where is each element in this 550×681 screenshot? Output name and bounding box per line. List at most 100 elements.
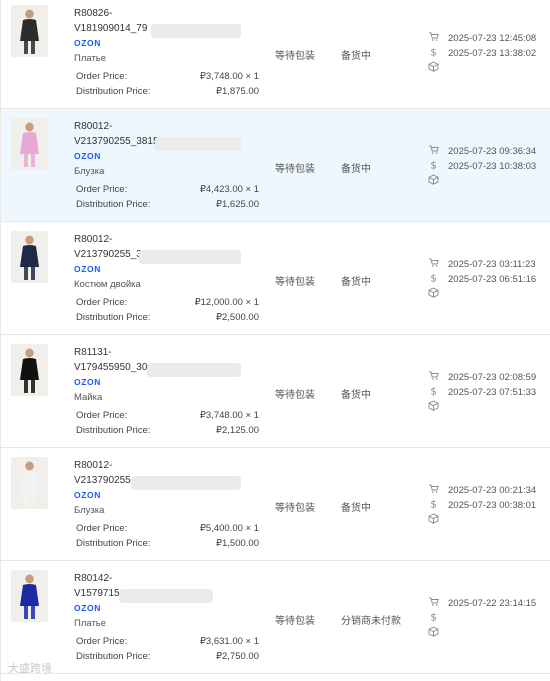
order-price-label: Order Price: (76, 410, 128, 421)
order-price: ₽3,748.00 × 1 (199, 410, 259, 421)
redacted-sku (147, 363, 241, 377)
distribution-price-label: Distribution Price: (76, 425, 151, 436)
product-thumbnail[interactable] (11, 570, 48, 622)
sku-line-1: R80142- (74, 573, 113, 584)
watermark: 大盛跨境 (8, 663, 52, 675)
product-type: Платье (74, 618, 107, 629)
order-price-label: Order Price: (76, 523, 128, 534)
product-thumbnail[interactable] (11, 457, 48, 509)
order-status: 等待包装 (275, 390, 315, 401)
cart-icon (428, 257, 439, 268)
order-row[interactable]: R80142- V1579715 OZON Платье Order Price… (1, 561, 550, 674)
sku-code[interactable]: R81131- V179455950_30 (74, 345, 147, 375)
sku-line-2: V213790255 (74, 475, 131, 486)
time-icons: $ (428, 31, 440, 76)
order-price: ₽5,400.00 × 1 (199, 523, 259, 534)
sku-line-1: R80012- (74, 234, 113, 245)
sku-line-2: V181909014_79 (74, 23, 148, 34)
order-times: 2025-07-23 03:11:23 2025-07-23 06:51:16 (448, 257, 536, 287)
product-type: Платье (74, 53, 107, 64)
distribution-price-label: Distribution Price: (76, 199, 151, 210)
order-row[interactable]: R80826- V181909014_79 OZON Платье Order … (1, 0, 550, 109)
order-row[interactable]: R81131- V179455950_30 OZON Майка Order P… (1, 335, 550, 448)
order-status: 等待包装 (275, 51, 315, 62)
distribution-price: ₽2,750.00 (215, 651, 259, 662)
dollar-icon: $ (428, 498, 439, 511)
svg-text:$: $ (430, 500, 436, 510)
product-type: Майка (74, 392, 103, 403)
sku-line-1: R80012- (74, 121, 113, 132)
product-thumbnail[interactable] (11, 118, 48, 170)
time-icons: $ (428, 257, 440, 302)
dollar-icon: $ (428, 159, 439, 172)
package-icon (428, 400, 439, 411)
distribution-price: ₽2,125.00 (215, 425, 259, 436)
order-status: 等待包装 (275, 164, 315, 175)
time-icons: $ (428, 596, 440, 641)
sku-line-1: R80012- (74, 460, 113, 471)
distribution-price: ₽1,500.00 (215, 538, 259, 549)
platform-logo: OZON (74, 38, 101, 48)
order-row[interactable]: R80012- V213790255_3 OZON Костюм двойка … (1, 222, 550, 335)
redacted-sku (119, 589, 213, 603)
order-price-label: Order Price: (76, 184, 128, 195)
paid-time: 2025-07-23 00:38:01 (448, 500, 537, 511)
product-type: Костюм двойка (74, 279, 141, 290)
package-icon (428, 287, 439, 298)
order-price: ₽3,631.00 × 1 (199, 636, 259, 647)
sku-line-2: V179455950_30 (74, 362, 148, 373)
product-thumbnail[interactable] (11, 231, 48, 283)
sku-code[interactable]: R80012- V213790255_3815 (74, 119, 159, 149)
paid-time: 2025-07-23 06:51:16 (448, 274, 537, 285)
cart-icon (428, 31, 439, 42)
dollar-icon: $ (428, 385, 439, 398)
package-icon (428, 513, 439, 524)
sku-code[interactable]: R80826- V181909014_79 (74, 6, 147, 36)
ordered-time: 2025-07-23 03:11:23 (448, 259, 536, 270)
svg-text:$: $ (430, 274, 436, 284)
order-price: ₽12,000.00 × 1 (194, 297, 259, 308)
package-icon (428, 61, 439, 72)
distribution-price-label: Distribution Price: (76, 312, 151, 323)
order-price-label: Order Price: (76, 297, 128, 308)
ordered-time: 2025-07-23 09:36:34 (448, 146, 537, 157)
time-icons: $ (428, 370, 440, 415)
ordered-time: 2025-07-23 00:21:34 (448, 485, 537, 496)
stock-status: 备货中 (341, 503, 371, 514)
order-times: 2025-07-22 23:14:15 (448, 596, 536, 611)
product-thumbnail[interactable] (11, 344, 48, 396)
redacted-sku (151, 24, 241, 38)
sku-line-2: V213790255_3 (74, 249, 142, 260)
sku-line-1: R80826- (74, 8, 113, 19)
paid-time: 2025-07-23 13:38:02 (448, 48, 537, 59)
dollar-icon: $ (428, 272, 439, 285)
cart-icon (428, 596, 439, 607)
cart-icon (428, 144, 439, 155)
sku-code[interactable]: R80142- V1579715 (74, 571, 120, 601)
sku-line-2: V213790255_3815 (74, 136, 159, 147)
ordered-time: 2025-07-23 02:08:59 (448, 372, 537, 383)
distribution-price-label: Distribution Price: (76, 538, 151, 549)
platform-logo: OZON (74, 377, 101, 387)
ordered-time: 2025-07-23 12:45:08 (448, 33, 537, 44)
product-thumbnail[interactable] (11, 5, 48, 57)
stock-status: 分销商未付款 (341, 616, 401, 627)
order-times: 2025-07-23 09:36:34 2025-07-23 10:38:03 (448, 144, 536, 174)
order-list: R80826- V181909014_79 OZON Платье Order … (0, 0, 550, 681)
order-row[interactable]: R80012- V213790255 OZON Блузка Order Pri… (1, 448, 550, 561)
order-times: 2025-07-23 02:08:59 2025-07-23 07:51:33 (448, 370, 536, 400)
order-times: 2025-07-23 00:21:34 2025-07-23 00:38:01 (448, 483, 536, 513)
sku-code[interactable]: R80012- V213790255_3 (74, 232, 142, 262)
order-times: 2025-07-23 12:45:08 2025-07-23 13:38:02 (448, 31, 536, 61)
paid-time: 2025-07-23 07:51:33 (448, 387, 537, 398)
order-price: ₽4,423.00 × 1 (199, 184, 259, 195)
order-row[interactable]: R80012- V213790255_3815 OZON Блузка Orde… (1, 109, 550, 222)
distribution-price-label: Distribution Price: (76, 651, 151, 662)
redacted-sku (131, 476, 241, 490)
svg-text:$: $ (430, 613, 436, 623)
stock-status: 备货中 (341, 164, 371, 175)
cart-icon (428, 370, 439, 381)
stock-status: 备货中 (341, 277, 371, 288)
sku-line-1: R81131- (74, 347, 112, 358)
sku-code[interactable]: R80012- V213790255 (74, 458, 131, 488)
